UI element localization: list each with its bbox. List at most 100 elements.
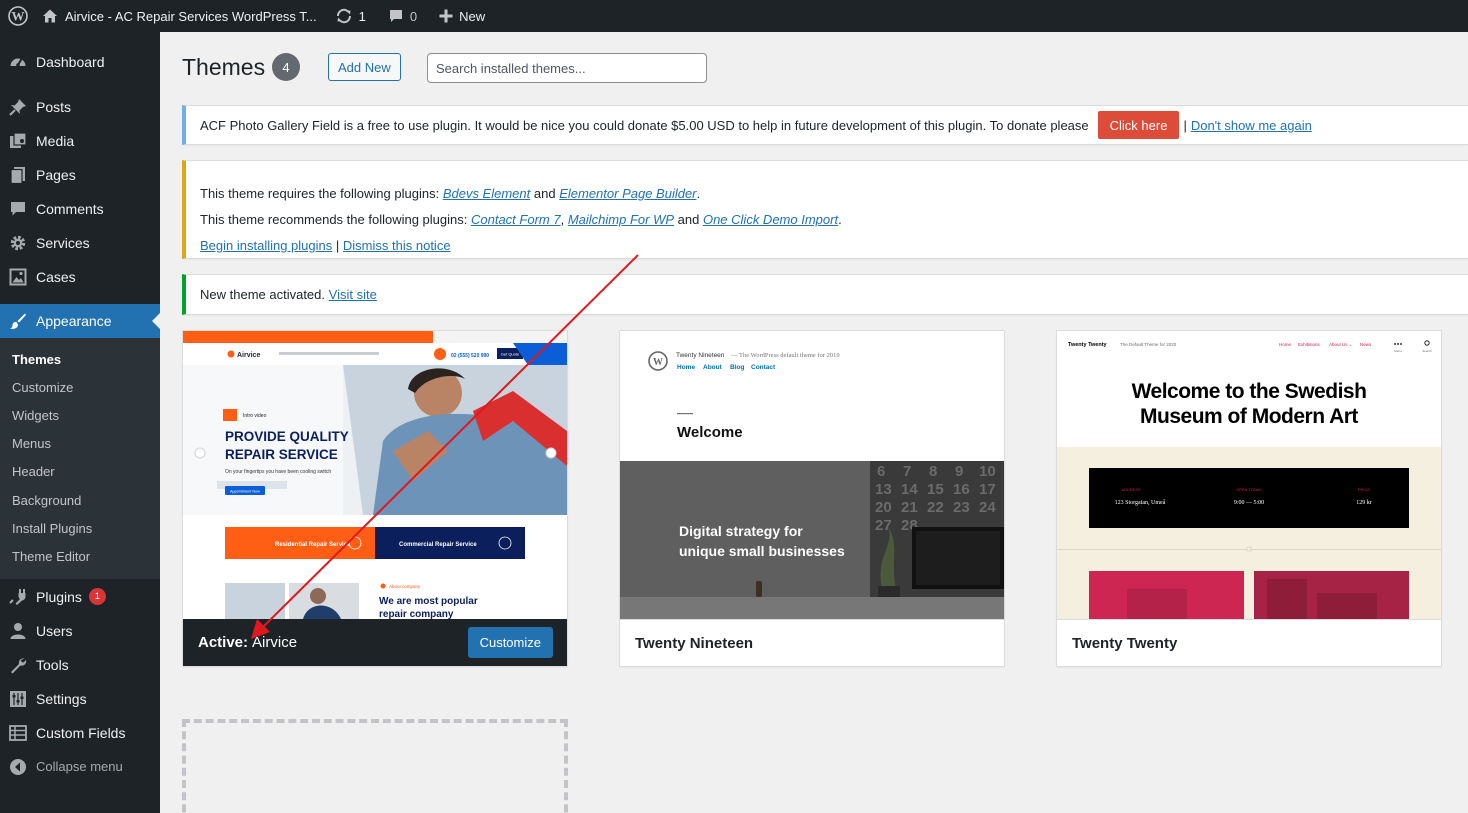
search-themes-input[interactable]	[427, 53, 707, 83]
comments-link[interactable]: 0	[380, 0, 425, 32]
plugin-link-bdevs-element[interactable]: Bdevs Element	[443, 186, 530, 201]
submenu-item-header[interactable]: Header	[0, 458, 160, 486]
visit-site-link[interactable]: Visit site	[329, 287, 377, 302]
comment-icon	[8, 199, 28, 219]
svg-text:W: W	[653, 357, 663, 368]
theme-screenshot-twenty-twenty[interactable]: Twenty Twenty The Default Theme for 2020…	[1057, 331, 1441, 619]
sidebar-item-label: Services	[36, 235, 90, 251]
t20-nav-exhibitions: Exhibitions	[1298, 342, 1321, 347]
recommended-prefix: This theme recommends the following plug…	[200, 212, 468, 227]
donate-button[interactable]: Click here	[1097, 111, 1180, 139]
required-plugins-notice: This theme requires the following plugin…	[182, 160, 1468, 259]
theme-card-twenty-twenty[interactable]: Twenty Twenty The Default Theme for 2020…	[1056, 330, 1442, 667]
plugin-link-mailchimp[interactable]: Mailchimp For WP	[568, 212, 674, 227]
submenu-item-customize[interactable]: Customize	[0, 373, 160, 401]
plugins-update-badge: 1	[88, 588, 106, 605]
customize-button[interactable]: Customize	[467, 627, 553, 658]
t19-cal-10: 10	[979, 463, 996, 480]
plugin-link-one-click-demo[interactable]: One Click Demo Import	[703, 212, 838, 227]
svg-text:W: W	[12, 9, 25, 24]
t19-cal-9: 9	[955, 463, 963, 480]
sidebar-item-settings[interactable]: Settings	[0, 682, 160, 716]
t19-cal-16: 16	[953, 481, 970, 498]
sidebar-item-custom-fields[interactable]: Custom Fields	[0, 716, 160, 750]
t19-hero-line2: unique small businesses	[679, 543, 845, 559]
plug-icon	[8, 587, 28, 607]
submenu-item-background[interactable]: Background	[0, 486, 160, 514]
sidebar-item-services[interactable]: Services	[0, 226, 160, 260]
add-new-button[interactable]: Add New	[328, 53, 401, 81]
table-icon	[8, 723, 28, 743]
notice-separator: |	[1183, 117, 1187, 133]
main-content: Themes 4 Add New ACF Photo Gallery Field…	[160, 32, 1468, 813]
theme-card-twenty-nineteen[interactable]: W Twenty Nineteen — The WordPress defaul…	[619, 330, 1005, 667]
t20-menu-label: Menu	[1394, 349, 1402, 353]
dont-show-again-link[interactable]: Don't show me again	[1191, 118, 1312, 133]
t19-hero-line1: Digital strategy for	[679, 523, 803, 539]
plugin-link-contact-form-7[interactable]: Contact Form 7	[471, 212, 561, 227]
required-plugins-line: This theme requires the following plugin…	[200, 181, 1454, 207]
sidebar-item-cases[interactable]: Cases	[0, 260, 160, 294]
add-new-theme-tile[interactable]	[182, 719, 568, 813]
t19-cal-24: 24	[979, 499, 996, 516]
sidebar-item-comments[interactable]: Comments	[0, 192, 160, 226]
t19-nav-contact: Contact	[751, 364, 776, 371]
t19-nav-blog: Blog	[730, 364, 744, 371]
plugin-actions-line: Begin installing plugins | Dismiss this …	[200, 233, 1454, 259]
new-content-link[interactable]: New	[431, 0, 493, 32]
theme-footer-airvice: Active: Airvice Customize	[183, 619, 567, 666]
submenu-item-install-plugins[interactable]: Install Plugins	[0, 514, 160, 542]
pin-icon	[8, 97, 28, 117]
submenu-item-widgets[interactable]: Widgets	[0, 401, 160, 429]
t19-cal-15: 15	[927, 481, 944, 498]
sidebar-item-appearance[interactable]: Appearance	[0, 304, 160, 338]
t20-info-value-1: 123 Storgatan, Umeå	[1115, 499, 1166, 506]
t19-nav-home: Home	[677, 364, 695, 371]
activated-text: New theme activated.	[200, 287, 326, 302]
sidebar-item-users[interactable]: Users	[0, 614, 160, 648]
submenu-item-menus[interactable]: Menus	[0, 430, 160, 458]
sidebar-item-posts[interactable]: Posts	[0, 90, 160, 124]
punctuation: .	[696, 186, 701, 201]
site-name-link[interactable]: Airvice - AC Repair Services WordPress T…	[36, 0, 325, 32]
comment-icon	[389, 10, 402, 22]
sidebar-item-tools[interactable]: Tools	[0, 648, 160, 682]
theme-screenshot-airvice[interactable]: Airvice 02 (555) 520 990 Get Quote Intro…	[183, 331, 567, 619]
begin-installing-link[interactable]: Begin installing plugins	[200, 238, 332, 253]
airvice-hero-btn: Appointment Now	[230, 490, 260, 494]
sidebar-item-plugins[interactable]: Plugins 1	[0, 580, 160, 614]
t20-nav-home: Home	[1279, 342, 1292, 347]
sidebar-item-pages[interactable]: Pages	[0, 158, 160, 192]
airvice-hero-sub: On your fingertips you have been cooling…	[225, 469, 331, 475]
t19-cal-14: 14	[901, 481, 918, 498]
t20-headline-2: Museum of Modern Art	[1140, 405, 1358, 428]
sidebar-item-label: Comments	[36, 201, 104, 217]
theme-card-airvice[interactable]: Airvice 02 (555) 520 990 Get Quote Intro…	[182, 330, 568, 667]
wordpress-logo-icon[interactable]: W	[0, 0, 36, 32]
t19-cal-17: 17	[979, 481, 996, 498]
submenu-item-theme-editor[interactable]: Theme Editor	[0, 542, 160, 570]
dismiss-notice-link[interactable]: Dismiss this notice	[343, 238, 451, 253]
media-icon	[8, 131, 28, 151]
t20-info-label-2: OPEN TODAY	[1236, 487, 1262, 492]
theme-activated-notice: New theme activated. Visit site	[182, 274, 1468, 315]
sidebar-item-label: Dashboard	[36, 54, 105, 70]
sidebar-item-label: Pages	[36, 167, 76, 183]
updates-link[interactable]: 1	[327, 0, 374, 32]
theme-screenshot-twenty-nineteen[interactable]: W Twenty Nineteen — The WordPress defaul…	[620, 331, 1004, 619]
notice-separator: |	[335, 238, 340, 253]
theme-count-badge: 4	[272, 53, 300, 81]
sidebar-item-label: Cases	[36, 269, 76, 285]
sidebar-item-media[interactable]: Media	[0, 124, 160, 158]
t20-nav-news: News	[1360, 342, 1372, 347]
sidebar-item-dashboard[interactable]: Dashboard	[0, 45, 160, 79]
plugin-link-elementor[interactable]: Elementor Page Builder	[559, 186, 696, 201]
sidebar-item-label: Media	[36, 133, 75, 149]
sidebar-item-label: Custom Fields	[36, 724, 126, 741]
collapse-menu-button[interactable]: Collapse menu	[0, 750, 160, 784]
t20-search-label: Search	[1422, 349, 1432, 353]
submenu-item-themes[interactable]: Themes	[0, 345, 160, 373]
user-icon	[8, 621, 28, 641]
t20-info-label-3: PRICE	[1358, 487, 1371, 492]
theme-footer-twenty-nineteen: Twenty Nineteen	[620, 619, 1004, 666]
